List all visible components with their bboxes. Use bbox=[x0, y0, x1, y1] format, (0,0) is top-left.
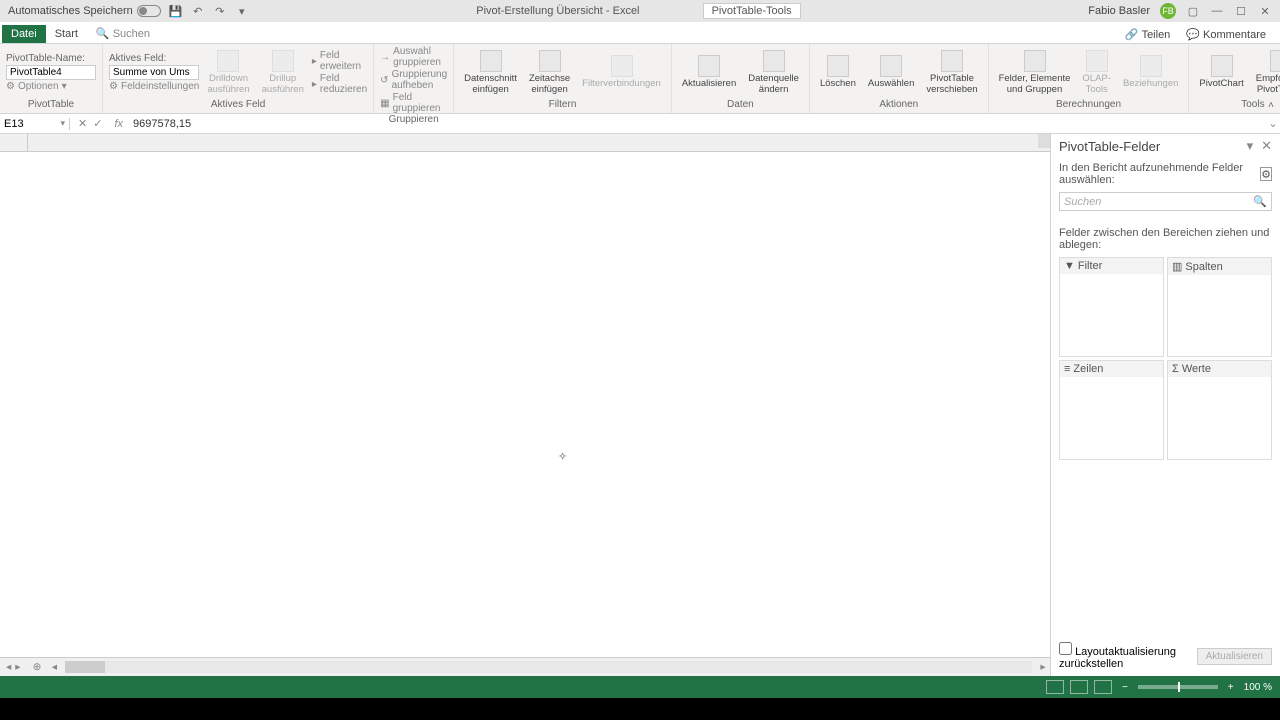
doc-title: Pivot-Erstellung Übersicht - Excel bbox=[476, 5, 639, 17]
insert-timeline-button[interactable]: Zeitachse einfügen bbox=[525, 48, 574, 97]
close-pane-icon[interactable]: ✕ bbox=[1261, 138, 1272, 153]
redo-icon[interactable]: ↷ bbox=[213, 4, 227, 18]
move-pivot-button[interactable]: PivotTable verschieben bbox=[922, 48, 981, 97]
recommended-pivot-button[interactable]: Empfohlene PivotTables bbox=[1252, 48, 1280, 97]
pivotchart-button[interactable]: PivotChart bbox=[1195, 53, 1247, 91]
area-values[interactable]: Σ Werte bbox=[1167, 360, 1272, 460]
pivot-name-input[interactable]: PivotTable4 bbox=[6, 65, 96, 80]
fx-icon[interactable]: fx bbox=[110, 118, 127, 130]
contextual-tools: PivotTable-Tools bbox=[703, 3, 801, 19]
hscroll-left-icon[interactable]: ◂ bbox=[47, 661, 61, 673]
accept-formula-icon[interactable]: ✓ bbox=[93, 117, 102, 130]
cursor-marker: ✧ bbox=[558, 450, 567, 463]
fields-items-button[interactable]: Felder, Elemente und Gruppen bbox=[995, 48, 1075, 97]
area-columns[interactable]: ▥ Spalten bbox=[1167, 257, 1272, 357]
name-box[interactable]: E13▾ bbox=[0, 118, 70, 130]
tab-nav-next-icon[interactable]: ▸ bbox=[15, 661, 20, 673]
olap-tools-button: OLAP- Tools bbox=[1078, 48, 1115, 97]
hscroll-right-icon[interactable]: ▸ bbox=[1036, 661, 1050, 673]
field-pane-gear-icon[interactable]: ⚙ bbox=[1260, 167, 1272, 181]
field-pane-title: PivotTable-Felder bbox=[1059, 139, 1160, 154]
zoom-slider[interactable] bbox=[1138, 685, 1218, 689]
search-icon: 🔍 bbox=[1253, 195, 1267, 208]
zoom-in-icon[interactable]: + bbox=[1228, 682, 1234, 693]
formula-input[interactable]: 9697578,15 bbox=[127, 118, 1266, 130]
zoom-out-icon[interactable]: − bbox=[1122, 682, 1128, 693]
filter-connections-button: Filterverbindungen bbox=[578, 53, 665, 91]
undo-icon[interactable]: ↶ bbox=[191, 4, 205, 18]
field-settings-button[interactable]: ⚙ Feldeinstellungen bbox=[109, 81, 199, 92]
area-rows[interactable]: ≡ Zeilen bbox=[1059, 360, 1164, 460]
vertical-scrollbar[interactable] bbox=[1038, 134, 1050, 148]
status-bar: − + 100 % bbox=[0, 676, 1280, 698]
ribbon-tabs: Datei Start 🔍 Suchen 🔗 Teilen 💬 Kommenta… bbox=[0, 22, 1280, 44]
ungroup: ↺ Gruppierung aufheben bbox=[380, 69, 447, 91]
horizontal-scrollbar[interactable] bbox=[65, 661, 1032, 673]
collapse-ribbon-icon[interactable]: ˄ bbox=[1268, 100, 1274, 111]
zoom-level[interactable]: 100 % bbox=[1244, 682, 1272, 693]
active-field-input[interactable]: Summe von Ums bbox=[109, 65, 199, 80]
expand-field: ▸ Feld erweitern bbox=[312, 50, 367, 72]
change-source-button[interactable]: Datenquelle ändern bbox=[744, 48, 803, 97]
page-break-view-icon[interactable] bbox=[1094, 680, 1112, 694]
sheet-tabs: ◂ ▸ ⊕ ◂ ▸ bbox=[0, 657, 1050, 676]
tab-start[interactable]: Start bbox=[46, 25, 87, 43]
options-button[interactable]: ⚙ Optionen ▾ bbox=[6, 81, 96, 92]
field-search-input[interactable]: Suchen🔍 bbox=[1059, 192, 1272, 211]
select-button[interactable]: Auswählen bbox=[864, 53, 918, 91]
clear-button[interactable]: Löschen bbox=[816, 53, 860, 91]
new-sheet-icon[interactable]: ⊕ bbox=[27, 661, 48, 673]
formula-bar: E13▾ ✕ ✓ fx 9697578,15 ⌄ bbox=[0, 114, 1280, 134]
title-bar: Automatisches Speichern 💾 ↶ ↷ ▾ Pivot-Er… bbox=[0, 0, 1280, 22]
collapse-field: ▸ Feld reduzieren bbox=[312, 73, 367, 95]
refresh-button[interactable]: Aktualisieren bbox=[678, 53, 740, 91]
search-tab[interactable]: 🔍 Suchen bbox=[87, 24, 159, 43]
ribbon: PivotTable-Name: PivotTable4 ⚙ Optionen … bbox=[0, 44, 1280, 114]
user-name: Fabio Basler bbox=[1088, 5, 1150, 17]
save-icon[interactable]: 💾 bbox=[169, 4, 183, 18]
tab-file[interactable]: Datei bbox=[2, 25, 46, 43]
user-avatar[interactable]: FB bbox=[1160, 3, 1176, 19]
minimize-icon[interactable]: — bbox=[1210, 4, 1224, 18]
group-field: ▦ Feld gruppieren bbox=[380, 92, 447, 114]
relations-button: Beziehungen bbox=[1119, 53, 1182, 91]
insert-slicer-button[interactable]: Datenschnitt einfügen bbox=[460, 48, 521, 97]
autosave-toggle[interactable]: Automatisches Speichern bbox=[8, 5, 161, 17]
group-selection: → Auswahl gruppieren bbox=[380, 46, 447, 68]
qat-more-icon[interactable]: ▾ bbox=[235, 4, 249, 18]
page-layout-view-icon[interactable] bbox=[1070, 680, 1088, 694]
select-all-corner[interactable] bbox=[0, 134, 28, 151]
drilldown-button: Drilldown ausführen bbox=[203, 48, 253, 97]
cancel-formula-icon[interactable]: ✕ bbox=[78, 117, 87, 130]
maximize-icon[interactable]: ☐ bbox=[1234, 4, 1248, 18]
drillup-button: Drillup ausführen bbox=[258, 48, 308, 97]
defer-layout-checkbox[interactable]: Layoutaktualisierung zurückstellen bbox=[1059, 642, 1197, 670]
pivot-field-pane: PivotTable-Felder ▾✕ In den Bericht aufz… bbox=[1050, 134, 1280, 676]
close-icon[interactable]: ✕ bbox=[1258, 4, 1272, 18]
expand-formula-icon[interactable]: ⌄ bbox=[1266, 117, 1280, 130]
ribbon-display-icon[interactable]: ▢ bbox=[1186, 4, 1200, 18]
tab-nav-prev-icon[interactable]: ◂ bbox=[6, 661, 11, 673]
share-button[interactable]: 🔗 Teilen bbox=[1119, 26, 1176, 43]
comments-button[interactable]: 💬 Kommentare bbox=[1180, 26, 1272, 43]
area-filter[interactable]: ▼ Filter bbox=[1059, 257, 1164, 357]
normal-view-icon[interactable] bbox=[1046, 680, 1064, 694]
update-button: Aktualisieren bbox=[1197, 648, 1272, 665]
task-pane-options-icon[interactable]: ▾ bbox=[1247, 138, 1254, 153]
